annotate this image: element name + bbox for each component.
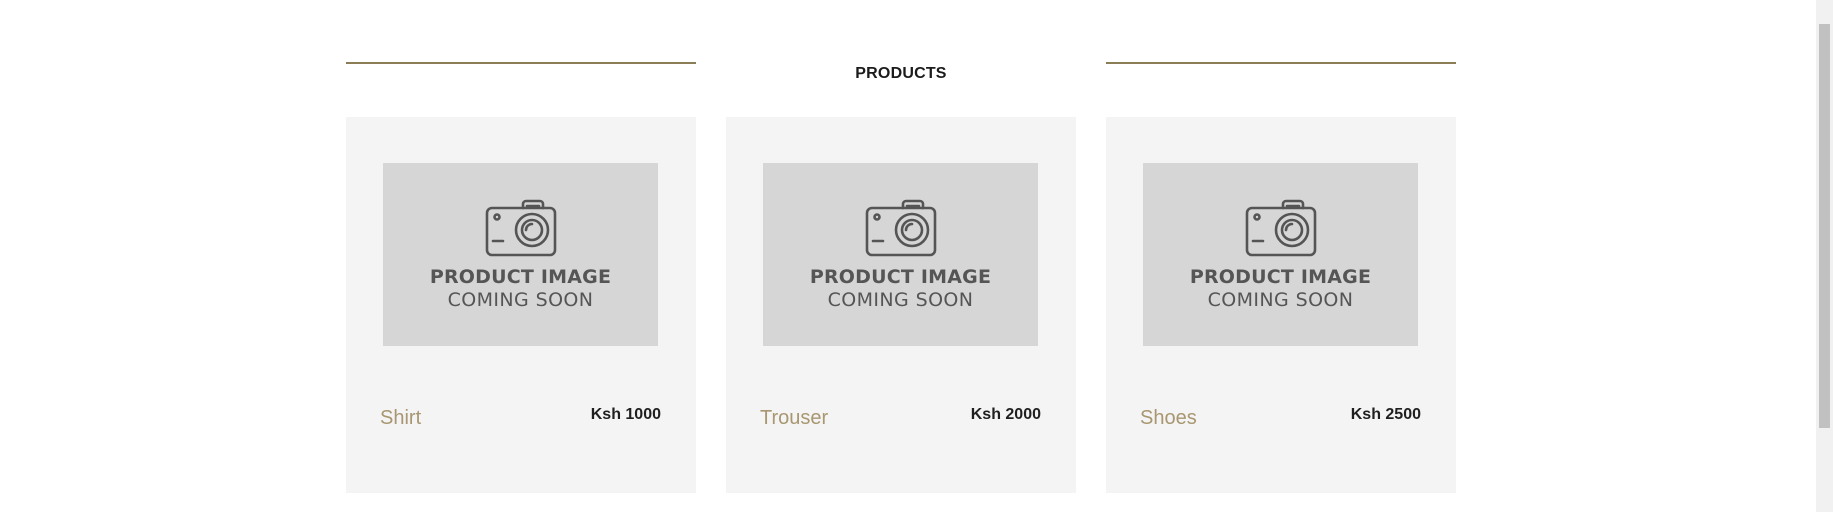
placeholder-title: PRODUCT IMAGE: [429, 266, 612, 288]
product-grid: PRODUCT IMAGE COMING SOON Shirt Ksh 1000: [346, 117, 1456, 493]
placeholder-subtitle: COMING SOON: [447, 289, 594, 311]
product-card-trouser[interactable]: PRODUCT IMAGE COMING SOON Trouser Ksh 20…: [726, 117, 1076, 493]
page: PRODUCTS PRODUCT IMAGE COMING SOON Shirt…: [0, 0, 1833, 512]
section-heading: PRODUCTS: [346, 50, 1456, 90]
heading-rule-left: [346, 62, 696, 64]
product-price: Ksh 1000: [590, 406, 661, 423]
product-card-shirt[interactable]: PRODUCT IMAGE COMING SOON Shirt Ksh 1000: [346, 117, 696, 493]
product-image-placeholder[interactable]: PRODUCT IMAGE COMING SOON: [763, 163, 1038, 346]
product-price: Ksh 2000: [970, 406, 1041, 423]
product-card-shoes[interactable]: PRODUCT IMAGE COMING SOON Shoes Ksh 2500: [1106, 117, 1456, 493]
heading-rule-right: [1106, 62, 1456, 64]
product-name-link[interactable]: Shoes: [1140, 407, 1197, 430]
camera-icon: [1245, 199, 1317, 257]
camera-icon: [865, 199, 937, 257]
product-name-link[interactable]: Shirt: [380, 407, 421, 430]
product-image-placeholder[interactable]: PRODUCT IMAGE COMING SOON: [383, 163, 658, 346]
vertical-scrollbar[interactable]: [1816, 0, 1833, 512]
placeholder-subtitle: COMING SOON: [1207, 289, 1354, 311]
product-name-link[interactable]: Trouser: [760, 407, 828, 430]
scrollbar-thumb[interactable]: [1819, 24, 1830, 428]
product-image-placeholder[interactable]: PRODUCT IMAGE COMING SOON: [1143, 163, 1418, 346]
placeholder-title: PRODUCT IMAGE: [809, 266, 992, 288]
placeholder-title: PRODUCT IMAGE: [1189, 266, 1372, 288]
product-price: Ksh 2500: [1350, 406, 1421, 423]
section-title: PRODUCTS: [855, 65, 947, 82]
placeholder-subtitle: COMING SOON: [827, 289, 974, 311]
camera-icon: [485, 199, 557, 257]
